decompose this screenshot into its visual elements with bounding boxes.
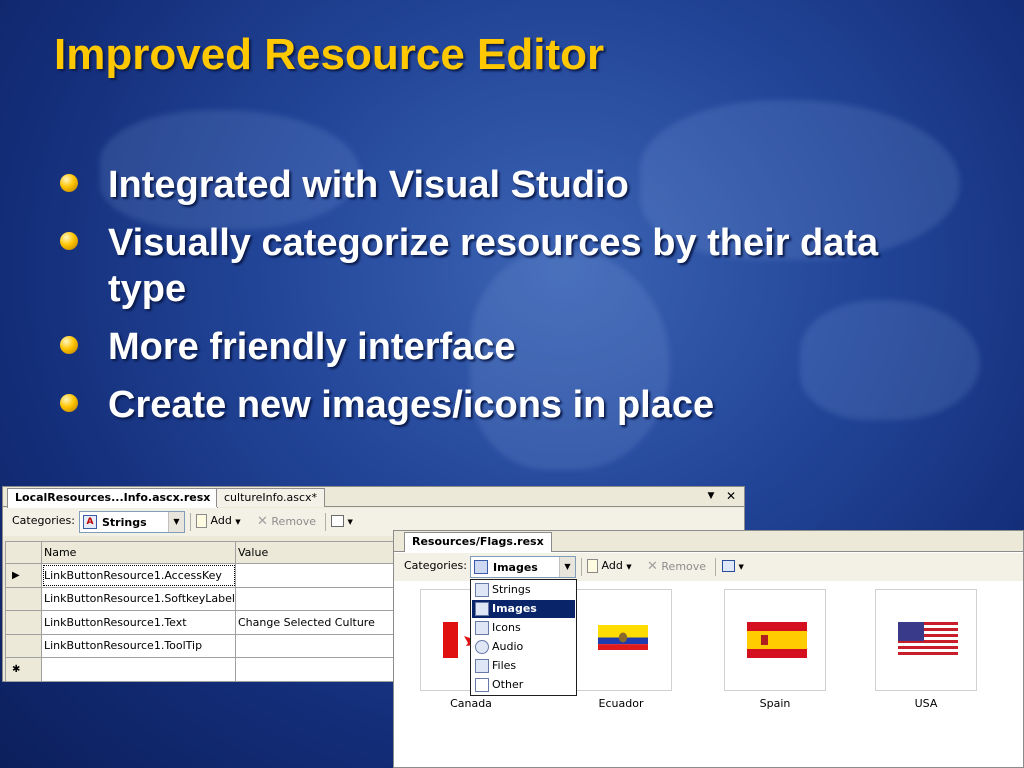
strings-category-icon: A [83, 515, 97, 529]
chevron-down-icon[interactable]: ▼ [559, 557, 575, 577]
image-thumbnail[interactable] [724, 589, 826, 691]
categories-label: Categories: [12, 514, 75, 527]
remove-label: Remove [661, 560, 707, 573]
bullet-item: Visually categorize resources by their d… [60, 220, 940, 312]
categories-combobox[interactable]: A Strings ▼ [79, 511, 185, 533]
views-button[interactable]: ▼ [331, 514, 353, 527]
cell-name[interactable]: LinkButtonResource1.AccessKey [41, 563, 236, 588]
views-button[interactable]: ▼ [722, 559, 744, 572]
dropdown-item-label: Strings [492, 583, 531, 596]
cell-name[interactable] [41, 657, 236, 682]
remove-x-icon: ✕ [257, 514, 268, 529]
tab-flags-resx[interactable]: Resources/Flags.resx [404, 532, 552, 552]
dropdown-item-label: Icons [492, 621, 521, 634]
images-category-icon [474, 560, 488, 574]
flags-resource-editor-window: Resources/Flags.resx Categories: Images … [393, 530, 1024, 768]
other-icon [475, 678, 489, 692]
dropdown-item-audio[interactable]: Audio [472, 638, 575, 656]
bullet-text: Visually categorize resources by their d… [108, 222, 879, 310]
category-value: Strings [102, 516, 147, 529]
image-label: Ecuador [598, 697, 644, 710]
bullet-text: Create new images/icons in place [108, 384, 715, 426]
dropdown-item-icons[interactable]: Icons [472, 619, 575, 637]
toolbar-separator [581, 558, 582, 576]
files-icon [475, 659, 489, 673]
image-label: Spain [759, 697, 791, 710]
bullet-item: Create new images/icons in place [60, 382, 960, 428]
remove-button[interactable]: ✕ Remove [257, 514, 316, 529]
dropdown-item-files[interactable]: Files [472, 657, 575, 675]
dropdown-item-images[interactable]: Images [472, 600, 575, 618]
chevron-down-icon: ▼ [738, 563, 744, 571]
chevron-down-icon: ▼ [235, 518, 241, 526]
bullet-icon [60, 174, 78, 192]
add-button[interactable]: Add ▼ [196, 514, 241, 528]
strings-icon [475, 583, 489, 597]
window-position-button[interactable]: ▼ [703, 488, 719, 504]
bullet-list: Integrated with Visual Studio Visually c… [60, 162, 960, 440]
bullet-icon [60, 232, 78, 250]
categories-label: Categories: [404, 559, 467, 572]
icons-icon [475, 621, 489, 635]
bullet-text: Integrated with Visual Studio [108, 164, 629, 206]
tab-culture-info[interactable]: cultureInfo.ascx* [216, 488, 326, 507]
toolbar-separator [715, 558, 716, 576]
chevron-down-icon: ▼ [626, 563, 632, 571]
image-thumbnail[interactable] [875, 589, 977, 691]
chevron-down-icon: ▼ [347, 518, 353, 526]
categories-dropdown-list: Strings Images Icons Audio Files Other [470, 579, 577, 696]
add-button[interactable]: Add ▼ [587, 559, 632, 573]
cell-name[interactable]: LinkButtonResource1.SoftkeyLabel [41, 586, 236, 611]
column-header-name[interactable]: Name [41, 541, 236, 564]
close-icon[interactable]: ✕ [723, 488, 739, 504]
slide-title: Improved Resource Editor [54, 30, 605, 79]
bullet-icon [60, 336, 78, 354]
cell-name[interactable]: LinkButtonResource1.ToolTip [41, 633, 236, 658]
dropdown-item-label: Files [492, 659, 517, 672]
row-selector[interactable]: ▶ [5, 563, 42, 588]
category-value: Images [493, 561, 538, 574]
chevron-down-icon[interactable]: ▼ [168, 512, 184, 532]
images-icon [475, 602, 489, 616]
dropdown-item-label: Other [492, 678, 524, 691]
dropdown-item-other[interactable]: Other [472, 676, 575, 694]
bullet-item: Integrated with Visual Studio [60, 162, 960, 208]
row-selector[interactable] [5, 610, 42, 635]
views-grid-icon [331, 515, 344, 527]
document-tabs: Resources/Flags.resx [394, 531, 1023, 552]
new-document-icon [196, 514, 207, 528]
new-document-icon [587, 559, 598, 573]
new-row-marker[interactable]: ✱ [5, 657, 42, 682]
remove-label: Remove [271, 515, 317, 528]
row-selector[interactable] [5, 586, 42, 611]
image-thumbnail[interactable] [570, 589, 672, 691]
dropdown-item-strings[interactable]: Strings [472, 581, 575, 599]
toolbar-separator [190, 513, 191, 531]
views-grid-icon [722, 560, 735, 572]
image-label: Canada [450, 697, 492, 710]
add-label: Add [601, 559, 623, 572]
tab-local-resources[interactable]: LocalResources...Info.ascx.resx [7, 488, 219, 508]
spain-flag-icon [747, 622, 807, 658]
dropdown-item-label: Audio [492, 640, 524, 653]
remove-x-icon: ✕ [647, 559, 658, 574]
bullet-item: More friendly interface [60, 324, 960, 370]
bullet-icon [60, 394, 78, 412]
usa-flag-icon [898, 622, 958, 658]
audio-icon [475, 640, 489, 654]
add-label: Add [210, 514, 232, 527]
document-tabs: LocalResources...Info.ascx.resx cultureI… [3, 487, 744, 508]
row-header-corner [5, 541, 42, 564]
cell-name[interactable]: LinkButtonResource1.Text [41, 610, 236, 635]
toolbar-separator [325, 513, 326, 531]
ecuador-flag-icon [598, 625, 648, 650]
image-label: USA [914, 697, 938, 710]
dropdown-item-label: Images [492, 602, 537, 615]
remove-button[interactable]: ✕ Remove [647, 559, 706, 574]
bullet-text: More friendly interface [108, 326, 516, 368]
categories-combobox[interactable]: Images ▼ [470, 556, 576, 578]
row-selector[interactable] [5, 633, 42, 658]
editor-toolbar: Categories: Images ▼ Add ▼ ✕ Remove ▼ [394, 553, 1023, 581]
